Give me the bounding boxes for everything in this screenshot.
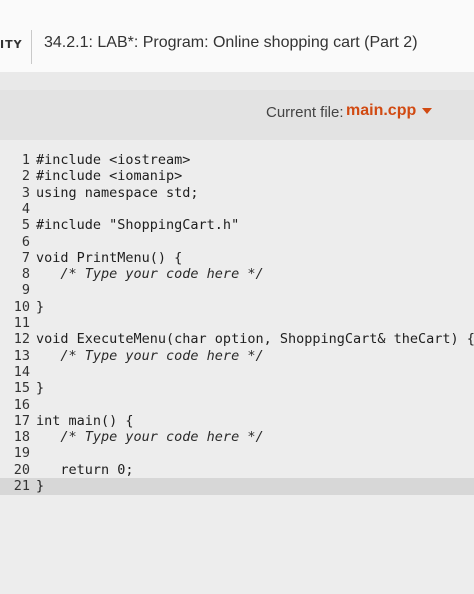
code-line[interactable]: 2 #include <iomanip> <box>0 168 182 185</box>
line-number: 8 <box>21 266 30 283</box>
line-number: 2 <box>21 168 30 185</box>
code-line[interactable]: 10} <box>0 299 44 316</box>
line-number: 6 <box>21 233 30 250</box>
code-editor[interactable]: 1 #include <iostream> 2 #include <iomanip> 3… <box>0 140 474 594</box>
code-line[interactable]: 11 <box>0 315 36 332</box>
code-line[interactable]: 13 /* Type your code here */ <box>0 348 264 365</box>
line-number: 18 <box>13 429 30 446</box>
code-line[interactable]: 15} <box>0 380 44 397</box>
line-number: 4 <box>21 200 30 217</box>
code-line[interactable]: 12 void ExecuteMenu(char option, Shopping… <box>0 331 474 348</box>
header-divider <box>31 30 32 64</box>
line-number: 13 <box>13 347 30 364</box>
file-select-dropdown[interactable]: main.cpp <box>346 102 433 120</box>
line-number: 17 <box>13 412 30 429</box>
code-text: /* Type your code here */ <box>36 347 264 364</box>
code-text: void ExecuteMenu(char option, ShoppingCa… <box>36 331 474 348</box>
line-number: 12 <box>13 331 30 348</box>
line-number: 1 <box>21 152 30 168</box>
code-text: } <box>36 298 45 315</box>
top-header: ITY 34.2.1: LAB*: Program: Online shoppi… <box>0 0 474 73</box>
line-number: 15 <box>13 380 30 397</box>
line-number: 3 <box>21 184 30 201</box>
code-line[interactable]: 18 /* Type your code here */ <box>0 429 264 446</box>
line-number: 16 <box>13 396 30 413</box>
code-line[interactable]: 14 <box>0 364 36 381</box>
code-line[interactable]: 19 <box>0 445 36 462</box>
code-line[interactable]: 9 <box>0 282 36 299</box>
code-line[interactable]: 1 #include <iostream> <box>0 152 191 169</box>
code-line[interactable]: 16 <box>0 397 36 414</box>
code-line[interactable]: 7 void PrintMenu() { <box>0 250 182 267</box>
line-number: 20 <box>13 461 30 478</box>
page-title: 34.2.1: LAB*: Program: Online shopping c… <box>44 34 418 51</box>
code-text: #include <iomanip> <box>36 168 183 185</box>
header-separator <box>0 72 474 90</box>
line-number: 11 <box>13 315 30 331</box>
code-text: #include <iostream> <box>36 152 191 168</box>
code-text: /* Type your code here */ <box>36 266 264 283</box>
brand-label: ITY <box>0 38 23 51</box>
line-number: 19 <box>13 445 30 462</box>
code-line[interactable]: 20 return 0; <box>0 462 134 479</box>
code-text: using namespace std; <box>36 184 199 201</box>
code-line[interactable]: 4 <box>0 201 36 218</box>
line-number: 7 <box>21 249 30 266</box>
code-line[interactable]: 21} <box>0 478 474 495</box>
line-number: 10 <box>13 298 30 315</box>
code-line[interactable]: 17 int main() { <box>0 413 134 430</box>
code-text: /* Type your code here */ <box>36 429 264 446</box>
line-number: 21 <box>13 478 30 494</box>
code-line[interactable]: 6 <box>0 234 36 251</box>
line-number: 14 <box>13 363 30 380</box>
chevron-down-icon <box>422 107 433 114</box>
current-file-label: Current file: <box>266 104 344 121</box>
code-line[interactable]: 3 using namespace std; <box>0 185 199 202</box>
code-text: #include "ShoppingCart.h" <box>36 217 240 234</box>
file-name: main.cpp <box>346 102 417 119</box>
code-text: return 0; <box>36 461 134 478</box>
code-line[interactable]: 8 /* Type your code here */ <box>0 266 264 283</box>
code-text: } <box>36 380 45 397</box>
code-line[interactable]: 5 #include "ShoppingCart.h" <box>0 217 239 234</box>
code-text: int main() { <box>36 412 134 429</box>
line-number: 9 <box>21 282 30 299</box>
code-text: void PrintMenu() { <box>36 249 183 266</box>
code-text: } <box>36 478 45 494</box>
line-number: 5 <box>21 217 30 234</box>
